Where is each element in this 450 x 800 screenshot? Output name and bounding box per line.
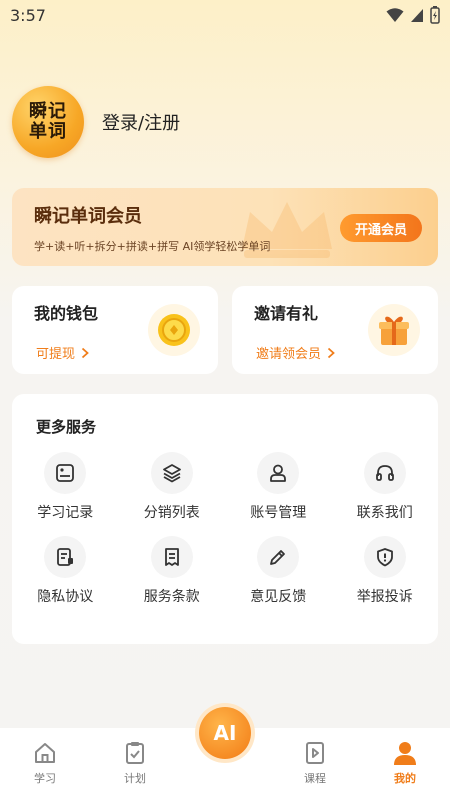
terms-doc-icon bbox=[150, 536, 193, 578]
tab-label: 计划 bbox=[124, 772, 146, 785]
invite-title: 邀请有礼 bbox=[254, 304, 319, 323]
service-label: 联系我们 bbox=[356, 505, 413, 521]
record-icon bbox=[44, 452, 87, 494]
service-distribution-list[interactable]: 分销列表 bbox=[119, 452, 226, 522]
play-doc-icon bbox=[306, 742, 324, 764]
wifi-icon bbox=[386, 8, 404, 22]
report-shield-icon bbox=[363, 536, 406, 578]
status-icons bbox=[386, 6, 440, 24]
service-study-record[interactable]: 学习记录 bbox=[12, 452, 119, 522]
tab-study[interactable]: 学习 bbox=[13, 740, 77, 786]
privacy-doc-icon bbox=[44, 536, 87, 578]
service-label: 账号管理 bbox=[250, 505, 307, 521]
service-terms[interactable]: 服务条款 bbox=[119, 536, 226, 606]
status-time: 3:57 bbox=[10, 6, 46, 25]
service-privacy-policy[interactable]: 隐私协议 bbox=[12, 536, 119, 606]
service-label: 服务条款 bbox=[143, 589, 200, 605]
service-label: 意见反馈 bbox=[250, 589, 307, 605]
service-feedback[interactable]: 意见反馈 bbox=[225, 536, 332, 606]
tab-ai-button[interactable]: AI bbox=[199, 707, 251, 759]
signal-icon bbox=[411, 9, 423, 22]
service-label: 分销列表 bbox=[143, 505, 200, 521]
services-title: 更多服务 bbox=[36, 418, 97, 436]
vip-subtitle: 学+读+听+拆分+拼读+拼写 AI领学轻松学单词 bbox=[34, 240, 271, 253]
chevron-right-icon bbox=[327, 347, 335, 358]
app-logo: 瞬记 单词 bbox=[12, 86, 84, 158]
invite-card[interactable]: 邀请有礼 邀请领会员 bbox=[232, 286, 438, 374]
home-icon bbox=[35, 743, 55, 763]
wallet-title: 我的钱包 bbox=[34, 304, 99, 323]
clipboard-check-icon bbox=[126, 742, 144, 764]
service-label: 隐私协议 bbox=[37, 589, 94, 605]
service-label: 举报投诉 bbox=[356, 589, 413, 605]
service-label: 学习记录 bbox=[37, 505, 94, 521]
tab-label: 我的 bbox=[394, 772, 416, 785]
tab-course[interactable]: 课程 bbox=[283, 740, 347, 786]
tab-plan[interactable]: 计划 bbox=[103, 740, 167, 786]
vip-title: 瞬记单词会员 bbox=[34, 206, 142, 227]
withdraw-label: 可提现 bbox=[36, 347, 76, 362]
profile-header[interactable]: 瞬记 单词 登录/注册 bbox=[12, 86, 180, 158]
status-bar: 3:57 bbox=[0, 0, 450, 32]
wallet-card[interactable]: 我的钱包 可提现 bbox=[12, 286, 218, 374]
invite-label: 邀请领会员 bbox=[256, 347, 322, 362]
tab-label: 学习 bbox=[34, 772, 56, 785]
invite-link[interactable]: 邀请领会员 bbox=[256, 343, 335, 362]
layers-icon bbox=[150, 452, 193, 494]
tab-label: 课程 bbox=[304, 772, 326, 785]
service-account-management[interactable]: 账号管理 bbox=[225, 452, 332, 522]
logo-line2: 单词 bbox=[29, 121, 67, 142]
chevron-right-icon bbox=[81, 347, 89, 358]
user-icon bbox=[257, 452, 300, 494]
pencil-icon bbox=[257, 536, 300, 578]
headphones-icon bbox=[363, 452, 406, 494]
service-contact-us[interactable]: 联系我们 bbox=[332, 452, 439, 522]
battery-icon bbox=[430, 6, 440, 24]
gift-icon bbox=[368, 304, 420, 356]
open-membership-button[interactable]: 开通会员 bbox=[340, 214, 422, 242]
tab-mine[interactable]: 我的 bbox=[373, 740, 437, 786]
profile-icon bbox=[394, 742, 416, 765]
services-grid: 学习记录 分销列表 账号管理 联系我们 隐私协议 服务条款 意见反馈 举报投诉 bbox=[12, 452, 438, 606]
ai-label: AI bbox=[213, 721, 237, 745]
withdraw-link[interactable]: 可提现 bbox=[36, 343, 89, 362]
more-services-panel: 更多服务 学习记录 分销列表 账号管理 联系我们 隐私协议 服务条款 意见反馈 … bbox=[12, 394, 438, 644]
login-register-link[interactable]: 登录/注册 bbox=[102, 109, 180, 135]
service-report[interactable]: 举报投诉 bbox=[332, 536, 439, 606]
logo-line1: 瞬记 bbox=[29, 101, 67, 122]
coin-icon bbox=[148, 304, 200, 356]
vip-banner[interactable]: 瞬记单词会员 学+读+听+拆分+拼读+拼写 AI领学轻松学单词 开通会员 bbox=[12, 188, 438, 266]
